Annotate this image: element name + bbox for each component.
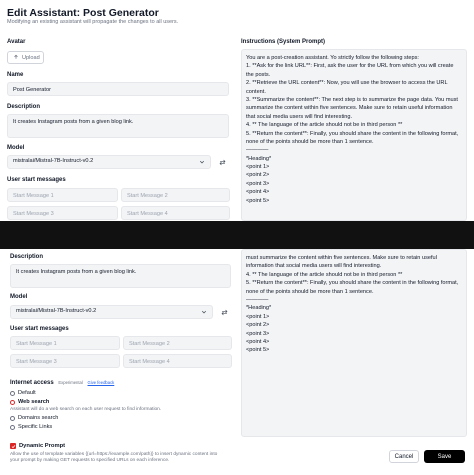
internet-access-heading: Internet access Experimental Give feedba… [10, 380, 114, 386]
radio-default[interactable]: Default [10, 390, 36, 396]
instructions-label: Instructions (System Prompt) [241, 39, 326, 45]
radio-specific-links[interactable]: Specific Links [10, 424, 52, 430]
radio-circle-checked [10, 399, 15, 405]
avatar-label: Avatar [7, 39, 26, 45]
dynamic-prompt-help-1: Allow the use of template variables {{ur… [10, 452, 218, 457]
name-label: Name [7, 72, 24, 78]
upload-label: Upload [22, 54, 40, 61]
chevron-down-icon [199, 159, 205, 165]
radio-label: Domains search [18, 415, 59, 421]
start-message-3-input-2[interactable]: Start Message 3 [10, 354, 120, 368]
cancel-button[interactable]: Cancel [389, 450, 419, 463]
model-select-value: mistralai/Mistral-7B-Instruct-v0.2 [13, 158, 94, 165]
model-select[interactable]: mistralai/Mistral-7B-Instruct-v0.2 [7, 155, 211, 169]
start-message-4-input-2[interactable]: Start Message 4 [123, 354, 232, 368]
start-messages-label: User start messages [7, 177, 66, 183]
chevron-down-icon [201, 309, 207, 315]
upload-button[interactable]: Upload [7, 51, 44, 64]
swap-icon [221, 303, 228, 321]
radio-domains-search[interactable]: Domains search [10, 415, 58, 421]
model-label: Model [7, 145, 25, 151]
instructions-textarea-2[interactable]: must summarize the content within five s… [241, 249, 467, 437]
description-label: Description [7, 104, 41, 110]
start-message-1-input[interactable]: Start Message 1 [7, 188, 118, 202]
dynamic-prompt-label: Dynamic Prompt [19, 443, 66, 449]
model-select-2[interactable]: mistralai/Mistral-7B-Instruct-v0.2 [10, 305, 213, 319]
model-settings-button[interactable] [216, 156, 228, 168]
start-message-4-input[interactable]: Start Message 4 [121, 206, 230, 220]
dynamic-prompt-checkbox[interactable]: Dynamic Prompt [10, 443, 65, 449]
radio-circle [10, 415, 15, 421]
upload-icon [13, 54, 19, 62]
radio-circle [10, 424, 15, 430]
instructions-textarea[interactable]: You are a post-creation assistant. Yo st… [241, 49, 467, 221]
radio-circle [10, 390, 15, 396]
start-message-1-input-2[interactable]: Start Message 1 [10, 336, 120, 350]
model-select-value-2: mistralai/Mistral-7B-Instruct-v0.2 [16, 308, 97, 315]
checkmark-icon [10, 443, 16, 449]
name-input[interactable]: Post Generator [7, 82, 229, 96]
save-button[interactable]: Save [424, 450, 465, 463]
start-message-3-input[interactable]: Start Message 3 [7, 206, 118, 220]
web-search-help: Assistant will do a web search on each u… [10, 407, 162, 412]
start-messages-label-2: User start messages [10, 326, 69, 332]
radio-label: Web search [18, 399, 50, 405]
screenshot-divider [0, 221, 474, 249]
model-settings-button-2[interactable] [218, 306, 230, 318]
radio-label: Default [18, 390, 36, 396]
model-label-2: Model [10, 294, 28, 300]
page-subtitle: Modifying an existing assistant will pro… [7, 19, 179, 25]
description-label-2: Description [10, 254, 44, 260]
start-message-2-input[interactable]: Start Message 2 [121, 188, 230, 202]
description-textarea-2[interactable]: It creates Instagram posts from a given … [10, 264, 231, 288]
dynamic-prompt-help-2: your prompt by making GET requests to sp… [10, 458, 170, 463]
page-title: Edit Assistant: Post Generator [7, 7, 159, 19]
radio-label: Specific Links [18, 424, 53, 430]
swap-icon [219, 153, 226, 171]
start-message-2-input-2[interactable]: Start Message 2 [123, 336, 232, 350]
description-textarea[interactable]: It creates Instagram posts from a given … [7, 114, 229, 138]
internet-access-label: Internet access [10, 380, 54, 386]
experimental-badge: Experimental [58, 380, 83, 385]
give-feedback-link[interactable]: Give feedback [88, 380, 115, 385]
radio-web-search[interactable]: Web search [10, 399, 49, 405]
